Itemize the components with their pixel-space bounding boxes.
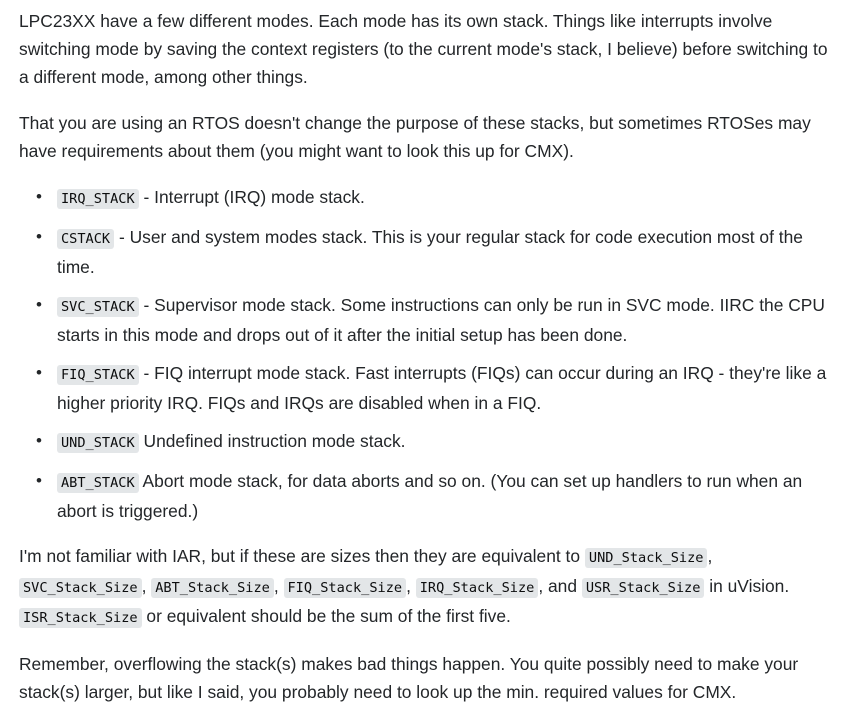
separator-text: , [273, 576, 284, 596]
sizes-text: in uVision. [704, 576, 790, 596]
sizes-text: or equivalent should be the sum of the f… [141, 606, 511, 626]
code-abt-stack: ABT_STACK [57, 473, 139, 493]
code-usr-stack-size: USR_Stack_Size [581, 578, 705, 598]
code-fiq-stack: FIQ_STACK [57, 365, 139, 385]
bullet-icon: • [36, 431, 42, 450]
paragraph-sizes: I'm not familiar with IAR, but if these … [19, 542, 839, 632]
paragraph-overflow: Remember, overflowing the stack(s) makes… [19, 654, 799, 702]
code-svc-stack-size: SVC_Stack_Size [19, 578, 142, 598]
list-item-abt-stack: • ABT_STACK Abort mode stack, for data ab… [36, 467, 839, 525]
code-und-stack: UND_STACK [57, 433, 139, 453]
paragraph-modes: LPC23XX have a few different modes. Each… [19, 11, 828, 87]
paragraph-rtos: That you are using an RTOS doesn't chang… [19, 113, 811, 161]
bullet-icon: • [36, 363, 42, 382]
answer-body: LPC23XX have a few different modes. Each… [0, 0, 839, 706]
code-fiq-stack-size: FIQ_Stack_Size [283, 578, 407, 598]
separator-text: , [141, 576, 152, 596]
code-irq-stack: IRQ_STACK [57, 189, 139, 209]
bullet-icon: • [36, 187, 42, 206]
separator-text: , [406, 576, 416, 596]
list-item-text: Undefined instruction mode stack. [138, 431, 406, 451]
list-item-fiq-stack: • FIQ_STACK - FIQ interrupt mode stack. F… [36, 359, 839, 417]
bullet-icon: • [36, 227, 42, 246]
code-cstack: CSTACK [57, 229, 115, 249]
stack-list: • IRQ_STACK - Interrupt (IRQ) mode stack.… [19, 183, 839, 525]
list-item-text: - Supervisor mode stack. Some instructio… [57, 295, 825, 345]
bullet-icon: • [36, 295, 42, 314]
list-item-text: - Interrupt (IRQ) mode stack. [138, 187, 365, 207]
code-und-stack-size: UND_Stack_Size [584, 548, 708, 568]
list-item-text: - FIQ interrupt mode stack. Fast interru… [57, 363, 827, 413]
list-item-text: - User and system modes stack. This is y… [57, 227, 803, 277]
code-svc-stack: SVC_STACK [57, 297, 139, 317]
list-item-irq-stack: • IRQ_STACK - Interrupt (IRQ) mode stack. [36, 183, 839, 213]
bullet-icon: • [36, 471, 42, 490]
list-item-svc-stack: • SVC_STACK - Supervisor mode stack. Some… [36, 291, 839, 349]
separator-text: , and [538, 576, 582, 596]
list-item-text: Abort mode stack, for data aborts and so… [57, 471, 803, 521]
code-isr-stack-size: ISR_Stack_Size [19, 608, 142, 628]
code-abt-stack-size: ABT_Stack_Size [151, 578, 274, 598]
separator-text: , [707, 546, 713, 566]
code-irq-stack-size: IRQ_Stack_Size [415, 578, 539, 598]
list-item-und-stack: • UND_STACK Undefined instruction mode st… [36, 427, 839, 457]
sizes-text: I'm not familiar with IAR, but if these … [19, 546, 585, 566]
list-item-cstack: • CSTACK - User and system modes stack. T… [36, 223, 839, 281]
